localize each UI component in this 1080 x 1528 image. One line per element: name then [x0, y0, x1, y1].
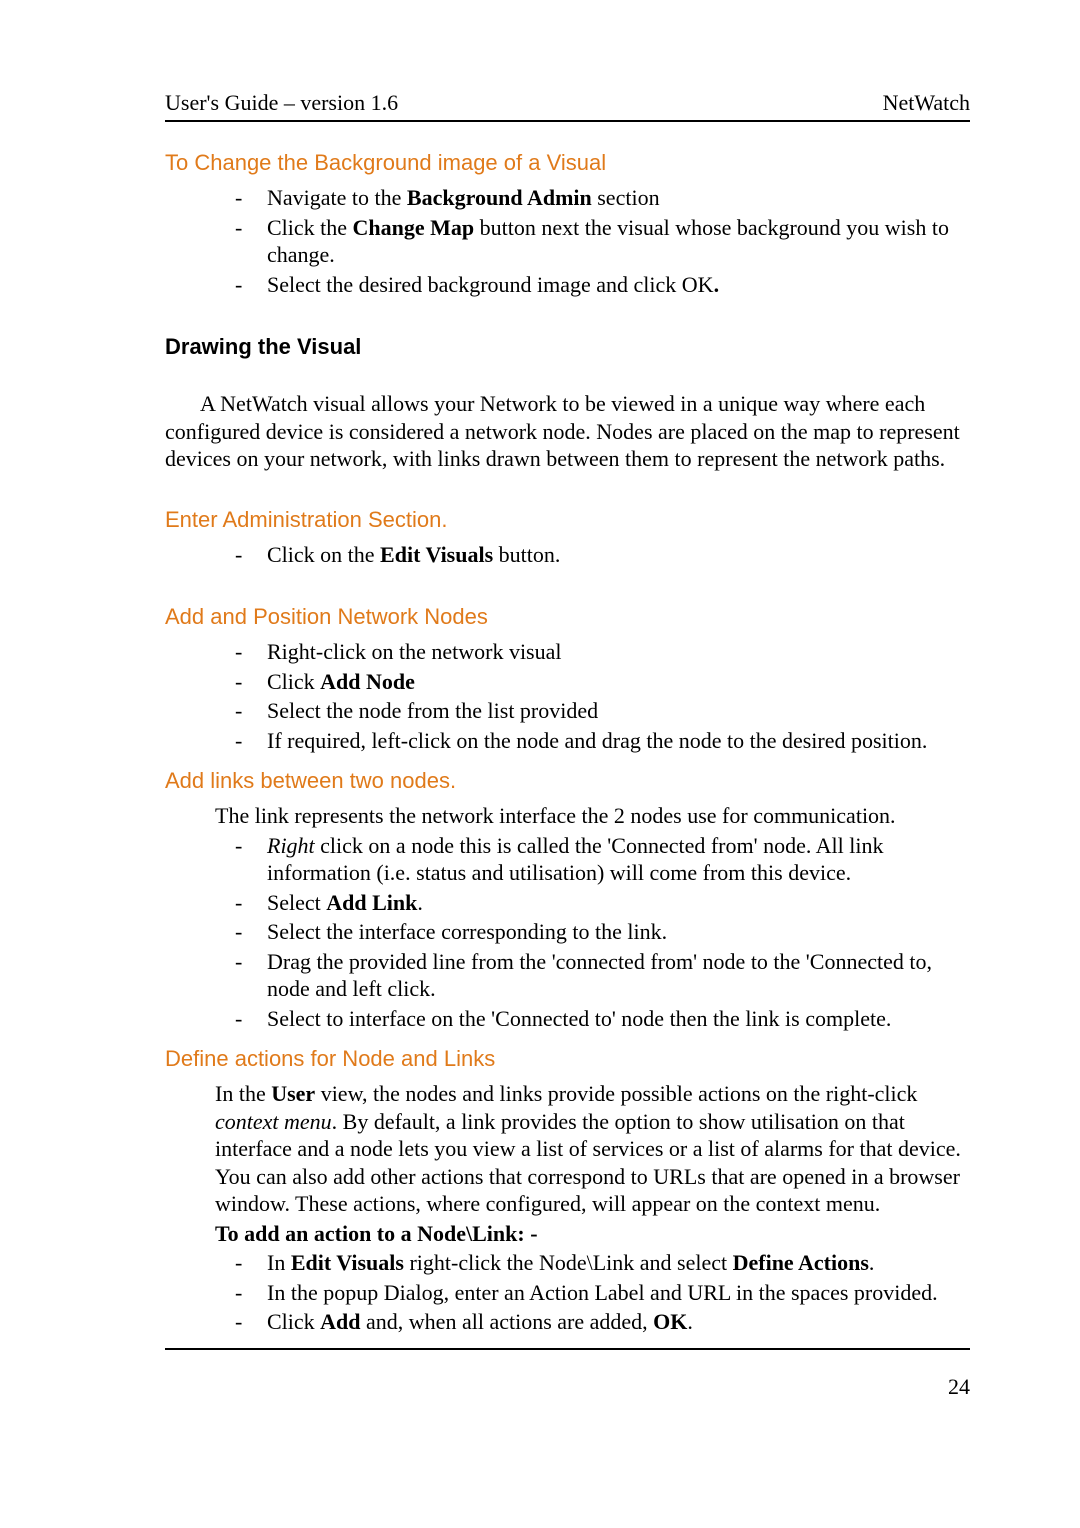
heading-drawing-visual: Drawing the Visual — [165, 334, 970, 360]
header-rule — [165, 120, 970, 122]
dash-icon: - — [235, 727, 267, 755]
dash-icon: - — [235, 541, 267, 569]
dash-icon: - — [235, 214, 267, 242]
dash-icon: - — [235, 638, 267, 666]
dash-icon: - — [215, 1279, 267, 1307]
list-item: - Navigate to the Background Admin secti… — [235, 184, 970, 212]
dash-icon: - — [235, 271, 267, 299]
heading-add-links: Add links between two nodes. — [165, 768, 970, 794]
list-item: - Click Add and, when all actions are ad… — [215, 1308, 970, 1336]
heading-enter-admin: Enter Administration Section. — [165, 507, 970, 533]
page-number: 24 — [165, 1374, 970, 1400]
dash-icon: - — [215, 918, 267, 946]
list-item: - Select the node from the list provided — [235, 697, 970, 725]
dash-icon: - — [215, 889, 267, 917]
dash-icon: - — [215, 1308, 267, 1336]
list-item: - Select the desired background image an… — [235, 271, 970, 299]
list-item: - Right-click on the network visual — [235, 638, 970, 666]
dash-icon: - — [215, 1249, 267, 1277]
list-item: - In Edit Visuals right-click the Node\L… — [215, 1249, 970, 1277]
dash-icon: - — [235, 668, 267, 696]
dash-icon: - — [215, 832, 267, 860]
heading-add-position-nodes: Add and Position Network Nodes — [165, 604, 970, 630]
sub-heading-bold: To add an action to a Node\Link: - — [215, 1220, 970, 1248]
body-paragraph: A NetWatch visual allows your Network to… — [165, 390, 970, 473]
dash-icon: - — [235, 184, 267, 212]
dash-icon: - — [215, 1005, 267, 1033]
list-item: - Select the interface corresponding to … — [215, 918, 970, 946]
list-item: - Drag the provided line from the 'conne… — [215, 948, 970, 1003]
heading-change-background: To Change the Background image of a Visu… — [165, 150, 970, 176]
list-item: - In the popup Dialog, enter an Action L… — [215, 1279, 970, 1307]
dash-icon: - — [215, 948, 267, 976]
body-paragraph: In the User view, the nodes and links pr… — [215, 1080, 970, 1218]
list-item: - Right click on a node this is called t… — [215, 832, 970, 887]
list-item: - Click Add Node — [235, 668, 970, 696]
intro-text: The link represents the network interfac… — [215, 802, 970, 830]
list-item: - Click on the Edit Visuals button. — [235, 541, 970, 569]
list-item: - Select Add Link. — [215, 889, 970, 917]
list-item: - Click the Change Map button next the v… — [235, 214, 970, 269]
header-right: NetWatch — [883, 90, 970, 116]
footer-rule — [165, 1348, 970, 1350]
list-item: - If required, left-click on the node an… — [235, 727, 970, 755]
header-left: User's Guide – version 1.6 — [165, 90, 398, 116]
heading-define-actions: Define actions for Node and Links — [165, 1046, 970, 1072]
list-item: - Select to interface on the 'Connected … — [215, 1005, 970, 1033]
dash-icon: - — [235, 697, 267, 725]
